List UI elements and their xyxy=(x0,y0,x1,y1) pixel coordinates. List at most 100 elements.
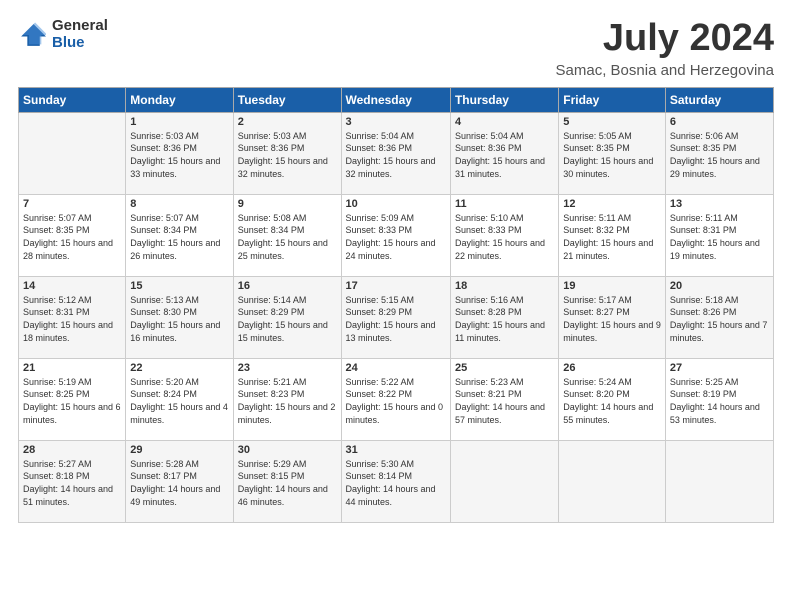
logo-icon xyxy=(18,21,46,49)
day-info: Sunrise: 5:24 AM Sunset: 8:20 PM Dayligh… xyxy=(563,376,661,426)
day-number: 30 xyxy=(238,444,337,456)
day-number: 10 xyxy=(346,198,446,210)
day-info: Sunrise: 5:11 AM Sunset: 8:31 PM Dayligh… xyxy=(670,212,769,262)
page: General Blue July 2024 Samac, Bosnia and… xyxy=(0,0,792,535)
calendar-cell: 18 Sunrise: 5:16 AM Sunset: 8:28 PM Dayli… xyxy=(450,276,558,358)
calendar-cell: 24Sunrise: 5:22 AM Sunset: 8:22 PM Dayli… xyxy=(341,358,450,440)
day-number: 8 xyxy=(130,198,228,210)
location-subtitle: Samac, Bosnia and Herzegovina xyxy=(556,62,774,79)
calendar-cell: 22 Sunrise: 5:20 AM Sunset: 8:24 PM Dayli… xyxy=(126,358,233,440)
calendar-cell: 14 Sunrise: 5:12 AM Sunset: 8:31 PM Dayli… xyxy=(19,276,126,358)
day-info: Sunrise: 5:03 AM Sunset: 8:36 PM Dayligh… xyxy=(130,130,228,180)
week-row-3: 14 Sunrise: 5:12 AM Sunset: 8:31 PM Dayli… xyxy=(19,276,774,358)
logo-general-text: General xyxy=(52,18,108,35)
day-info: Sunrise: 5:25 AM Sunset: 8:19 PM Dayligh… xyxy=(670,376,769,426)
calendar-cell: 17 Sunrise: 5:15 AM Sunset: 8:29 PM Dayli… xyxy=(341,276,450,358)
day-info: Sunrise: 5:18 AM Sunset: 8:26 PM Dayligh… xyxy=(670,294,769,344)
day-info: Sunrise: 5:07 AM Sunset: 8:35 PM Dayligh… xyxy=(23,212,121,262)
calendar-cell xyxy=(559,440,666,522)
calendar-cell: 20 Sunrise: 5:18 AM Sunset: 8:26 PM Dayli… xyxy=(665,276,773,358)
day-number: 25 xyxy=(455,362,554,374)
day-number: 4 xyxy=(455,116,554,128)
day-info: Sunrise: 5:08 AM Sunset: 8:34 PM Dayligh… xyxy=(238,212,337,262)
day-number: 17 xyxy=(346,280,446,292)
calendar-cell: 30 Sunrise: 5:29 AM Sunset: 8:15 PM Dayli… xyxy=(233,440,341,522)
logo: General Blue xyxy=(18,18,108,51)
month-year-title: July 2024 xyxy=(556,18,774,60)
day-info: Sunrise: 5:10 AM Sunset: 8:33 PM Dayligh… xyxy=(455,212,554,262)
week-row-1: 1 Sunrise: 5:03 AM Sunset: 8:36 PM Daylig… xyxy=(19,112,774,194)
day-info: Sunrise: 5:15 AM Sunset: 8:29 PM Dayligh… xyxy=(346,294,446,344)
day-number: 22 xyxy=(130,362,228,374)
day-info: Sunrise: 5:03 AM Sunset: 8:36 PM Dayligh… xyxy=(238,130,337,180)
day-number: 9 xyxy=(238,198,337,210)
calendar-cell: 12 Sunrise: 5:11 AM Sunset: 8:32 PM Dayli… xyxy=(559,194,666,276)
day-info: Sunrise: 5:20 AM Sunset: 8:24 PM Dayligh… xyxy=(130,376,228,426)
calendar-cell: 21 Sunrise: 5:19 AM Sunset: 8:25 PM Dayli… xyxy=(19,358,126,440)
calendar-cell: 4 Sunrise: 5:04 AM Sunset: 8:36 PM Daylig… xyxy=(450,112,558,194)
calendar-cell: 1 Sunrise: 5:03 AM Sunset: 8:36 PM Daylig… xyxy=(126,112,233,194)
week-row-4: 21 Sunrise: 5:19 AM Sunset: 8:25 PM Dayli… xyxy=(19,358,774,440)
day-info: Sunrise: 5:06 AM Sunset: 8:35 PM Dayligh… xyxy=(670,130,769,180)
day-info: Sunrise: 5:04 AM Sunset: 8:36 PM Dayligh… xyxy=(346,130,446,180)
calendar-cell: 19 Sunrise: 5:17 AM Sunset: 8:27 PM Dayli… xyxy=(559,276,666,358)
day-info: Sunrise: 5:29 AM Sunset: 8:15 PM Dayligh… xyxy=(238,458,337,508)
day-info: Sunrise: 5:30 AM Sunset: 8:14 PM Dayligh… xyxy=(346,458,446,508)
calendar-cell: 28Sunrise: 5:27 AM Sunset: 8:18 PM Dayli… xyxy=(19,440,126,522)
calendar-cell xyxy=(665,440,773,522)
day-number: 13 xyxy=(670,198,769,210)
day-info: Sunrise: 5:05 AM Sunset: 8:35 PM Dayligh… xyxy=(563,130,661,180)
day-info: Sunrise: 5:07 AM Sunset: 8:34 PM Dayligh… xyxy=(130,212,228,262)
col-tuesday: Tuesday xyxy=(233,87,341,112)
day-number: 31 xyxy=(346,444,446,456)
col-wednesday: Wednesday xyxy=(341,87,450,112)
day-number: 24 xyxy=(346,362,446,374)
day-number: 1 xyxy=(130,116,228,128)
calendar-cell: 16Sunrise: 5:14 AM Sunset: 8:29 PM Dayli… xyxy=(233,276,341,358)
day-number: 15 xyxy=(130,280,228,292)
day-info: Sunrise: 5:13 AM Sunset: 8:30 PM Dayligh… xyxy=(130,294,228,344)
calendar-cell: 29Sunrise: 5:28 AM Sunset: 8:17 PM Dayli… xyxy=(126,440,233,522)
day-number: 12 xyxy=(563,198,661,210)
day-info: Sunrise: 5:11 AM Sunset: 8:32 PM Dayligh… xyxy=(563,212,661,262)
calendar-cell xyxy=(450,440,558,522)
calendar-cell: 2 Sunrise: 5:03 AM Sunset: 8:36 PM Daylig… xyxy=(233,112,341,194)
day-number: 21 xyxy=(23,362,121,374)
title-block: July 2024 Samac, Bosnia and Herzegovina xyxy=(556,18,774,79)
day-number: 27 xyxy=(670,362,769,374)
day-info: Sunrise: 5:16 AM Sunset: 8:28 PM Dayligh… xyxy=(455,294,554,344)
logo-text: General Blue xyxy=(52,18,108,51)
day-number: 28 xyxy=(23,444,121,456)
day-number: 19 xyxy=(563,280,661,292)
day-info: Sunrise: 5:04 AM Sunset: 8:36 PM Dayligh… xyxy=(455,130,554,180)
day-number: 18 xyxy=(455,280,554,292)
day-info: Sunrise: 5:12 AM Sunset: 8:31 PM Dayligh… xyxy=(23,294,121,344)
day-number: 7 xyxy=(23,198,121,210)
day-info: Sunrise: 5:19 AM Sunset: 8:25 PM Dayligh… xyxy=(23,376,121,426)
calendar-cell: 23 Sunrise: 5:21 AM Sunset: 8:23 PM Dayli… xyxy=(233,358,341,440)
day-info: Sunrise: 5:14 AM Sunset: 8:29 PM Dayligh… xyxy=(238,294,337,344)
day-number: 6 xyxy=(670,116,769,128)
col-saturday: Saturday xyxy=(665,87,773,112)
day-number: 2 xyxy=(238,116,337,128)
day-number: 3 xyxy=(346,116,446,128)
day-number: 20 xyxy=(670,280,769,292)
day-number: 29 xyxy=(130,444,228,456)
header: General Blue July 2024 Samac, Bosnia and… xyxy=(18,18,774,79)
week-row-5: 28Sunrise: 5:27 AM Sunset: 8:18 PM Dayli… xyxy=(19,440,774,522)
day-number: 23 xyxy=(238,362,337,374)
col-friday: Friday xyxy=(559,87,666,112)
col-sunday: Sunday xyxy=(19,87,126,112)
day-info: Sunrise: 5:17 AM Sunset: 8:27 PM Dayligh… xyxy=(563,294,661,344)
calendar-table: Sunday Monday Tuesday Wednesday Thursday… xyxy=(18,87,774,523)
day-number: 14 xyxy=(23,280,121,292)
calendar-cell: 25Sunrise: 5:23 AM Sunset: 8:21 PM Dayli… xyxy=(450,358,558,440)
calendar-cell: 11Sunrise: 5:10 AM Sunset: 8:33 PM Dayli… xyxy=(450,194,558,276)
week-row-2: 7 Sunrise: 5:07 AM Sunset: 8:35 PM Daylig… xyxy=(19,194,774,276)
calendar-cell: 6 Sunrise: 5:06 AM Sunset: 8:35 PM Daylig… xyxy=(665,112,773,194)
calendar-cell: 5Sunrise: 5:05 AM Sunset: 8:35 PM Daylig… xyxy=(559,112,666,194)
calendar-cell: 15 Sunrise: 5:13 AM Sunset: 8:30 PM Dayli… xyxy=(126,276,233,358)
calendar-cell: 13 Sunrise: 5:11 AM Sunset: 8:31 PM Dayli… xyxy=(665,194,773,276)
calendar-cell: 31 Sunrise: 5:30 AM Sunset: 8:14 PM Dayli… xyxy=(341,440,450,522)
day-info: Sunrise: 5:21 AM Sunset: 8:23 PM Dayligh… xyxy=(238,376,337,426)
